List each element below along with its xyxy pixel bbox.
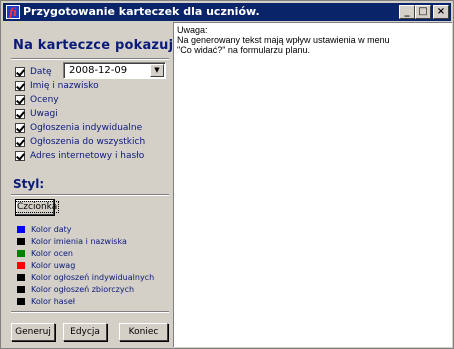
option-checkbox[interactable] xyxy=(15,80,25,91)
color-row-collective[interactable]: Kolor ogłoszeń zbiorczych xyxy=(17,284,134,295)
divider xyxy=(11,58,169,60)
color-label: Kolor haseł xyxy=(31,297,76,306)
option-label: Ogłoszenia do wszystkich xyxy=(30,136,146,147)
window-title: Przygotowanie karteczek dla uczniów. xyxy=(23,5,260,18)
preview-line: Uwaga: xyxy=(177,25,208,35)
color-row-remarks[interactable]: Kolor uwag xyxy=(17,260,75,271)
font-button-label: Czcionka xyxy=(14,201,60,213)
color-swatch[interactable] xyxy=(17,250,25,257)
color-label: Kolor daty xyxy=(31,225,72,234)
color-label: Kolor ogłoszeń zbiorczych xyxy=(31,285,135,294)
minimize-button[interactable]: _ xyxy=(399,5,415,19)
date-checkbox-row[interactable]: Datę xyxy=(15,65,52,78)
close-button[interactable]: × xyxy=(433,5,449,19)
preview-line: "Co widać?" na formularzu planu. xyxy=(177,45,310,55)
color-row-grades[interactable]: Kolor ocen xyxy=(17,248,73,259)
option-row[interactable]: Ogłoszenia do wszystkich xyxy=(15,135,145,148)
option-label: Imię i nazwisko xyxy=(30,80,99,91)
color-swatch[interactable] xyxy=(17,226,25,233)
option-row[interactable]: Oceny xyxy=(15,93,59,106)
option-label: Ogłoszenia indywidualne xyxy=(30,122,143,133)
color-row-name[interactable]: Kolor imienia i nazwiska xyxy=(17,236,127,247)
option-checkbox[interactable] xyxy=(15,94,25,105)
date-checkbox-label: Datę xyxy=(30,66,52,77)
preview-line: Na generowany tekst mają wpływ ustawieni… xyxy=(177,35,390,45)
option-checkbox[interactable] xyxy=(15,150,25,161)
font-button[interactable]: Czcionka xyxy=(14,199,60,216)
option-label: Adres internetowy i hasło xyxy=(30,150,145,161)
option-checkbox[interactable] xyxy=(15,122,25,133)
date-checkbox[interactable] xyxy=(15,66,25,77)
color-row-date[interactable]: Kolor daty xyxy=(17,224,72,235)
color-swatch[interactable] xyxy=(17,298,25,305)
main-window: fi Przygotowanie karteczek dla uczniów. … xyxy=(0,0,454,349)
date-value: 2008-12-09 xyxy=(69,65,128,76)
color-label: Kolor ocen xyxy=(31,249,73,258)
show-heading: Na karteczce pokazuj: xyxy=(13,38,179,53)
option-label: Oceny xyxy=(30,94,59,105)
option-row[interactable]: Imię i nazwisko xyxy=(15,79,99,92)
color-label: Kolor imienia i nazwiska xyxy=(31,237,127,246)
style-heading: Styl: xyxy=(13,177,45,191)
color-row-individual[interactable]: Kolor ogłoszeń indywidualnych xyxy=(17,272,173,283)
maximize-button[interactable]: □ xyxy=(415,5,431,19)
option-row[interactable]: Uwagi xyxy=(15,107,58,120)
color-swatch[interactable] xyxy=(17,238,25,245)
divider xyxy=(11,311,169,313)
generate-button[interactable]: Generuj xyxy=(11,323,55,341)
date-picker[interactable]: 2008-12-09 ▼ xyxy=(63,62,166,79)
edit-button[interactable]: Edycja xyxy=(63,323,107,341)
option-row[interactable]: Adres internetowy i hasło xyxy=(15,149,144,162)
exit-button[interactable]: Koniec xyxy=(119,323,168,341)
title-bar[interactable]: fi Przygotowanie karteczek dla uczniów. … xyxy=(3,3,451,21)
option-checkbox[interactable] xyxy=(15,108,25,119)
option-row[interactable]: Ogłoszenia indywidualne xyxy=(15,121,142,134)
option-checkbox[interactable] xyxy=(15,136,25,147)
divider xyxy=(11,194,169,196)
preview-pane[interactable]: Uwaga: Na generowany tekst mają wpływ us… xyxy=(173,22,452,347)
color-swatch[interactable] xyxy=(17,286,25,293)
option-label: Uwagi xyxy=(30,108,58,119)
app-icon: fi xyxy=(6,5,20,19)
color-swatch[interactable] xyxy=(17,262,25,269)
color-label: Kolor ogłoszeń indywidualnych xyxy=(31,273,155,282)
color-swatch[interactable] xyxy=(17,274,25,281)
chevron-down-icon[interactable]: ▼ xyxy=(150,64,164,77)
color-label: Kolor uwag xyxy=(31,261,76,270)
options-panel: Na karteczce pokazuj: Datę 2008-12-09 ▼ … xyxy=(3,22,179,347)
color-row-passwords[interactable]: Kolor haseł xyxy=(17,296,75,307)
